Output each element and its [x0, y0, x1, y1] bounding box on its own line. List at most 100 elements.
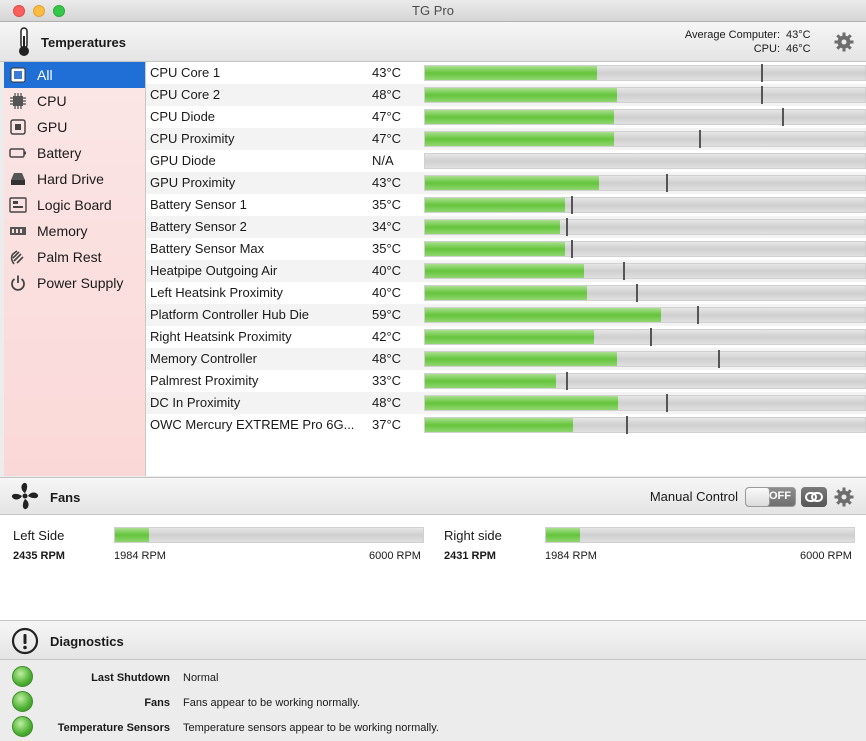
table-row[interactable]: Platform Controller Hub Die 59°C	[146, 304, 866, 326]
max-temperature-marker	[666, 394, 668, 412]
sensor-name: Heatpipe Outgoing Air	[150, 263, 278, 278]
sensor-name: GPU Diode	[150, 153, 216, 168]
sensor-name: Battery Sensor 2	[150, 219, 247, 234]
temperature-bar	[424, 240, 866, 258]
temperatures-header: Temperatures Average Computer: 43°C CPU: 4…	[0, 22, 866, 62]
table-row[interactable]: Memory Controller 48°C	[146, 348, 866, 370]
temperature-bar-fill	[425, 220, 560, 234]
sidebar-item-all[interactable]: All	[4, 62, 145, 88]
max-temperature-marker	[761, 86, 763, 104]
sidebar-item-hard-drive[interactable]: Hard Drive	[4, 166, 145, 192]
fan-current-rpm: 2435 RPM	[13, 550, 65, 562]
table-row[interactable]: Battery Sensor Max 35°C	[146, 238, 866, 260]
exclamation-circle-icon	[11, 627, 39, 655]
minimize-window-button[interactable]	[33, 5, 45, 17]
temperature-bar-fill	[425, 66, 597, 80]
table-row[interactable]: Battery Sensor 2 34°C	[146, 216, 866, 238]
sensor-name: DC In Proximity	[150, 395, 241, 410]
table-row[interactable]: CPU Core 1 43°C	[146, 62, 866, 84]
diagnostic-value: Temperature sensors appear to be working…	[183, 722, 439, 734]
max-temperature-marker	[566, 372, 568, 390]
sidebar-item-gpu[interactable]: GPU	[4, 114, 145, 140]
temperature-bar-fill	[425, 132, 614, 146]
sensor-temperature: 35°C	[372, 241, 402, 256]
table-row[interactable]: Right Heatsink Proximity 42°C	[146, 326, 866, 348]
toggle-knob	[746, 488, 770, 506]
gpu-icon	[10, 119, 26, 135]
temperature-bar-fill	[425, 374, 556, 388]
average-temperature-summary: Average Computer: 43°C CPU: 46°C	[685, 28, 816, 56]
window-title: TG Pro	[412, 3, 454, 18]
sidebar-item-palm-rest[interactable]: Palm Rest	[4, 244, 145, 270]
diagnostic-value: Fans appear to be working normally.	[183, 697, 361, 709]
max-temperature-marker	[623, 262, 625, 280]
sidebar-item-logic-board[interactable]: Logic Board	[4, 192, 145, 218]
max-temperature-marker	[571, 240, 573, 258]
sidebar-item-power-supply[interactable]: Power Supply	[4, 270, 145, 296]
table-row[interactable]: GPU Proximity 43°C	[146, 172, 866, 194]
temperature-bar	[424, 328, 866, 346]
average-computer-label: Average Computer:	[684, 29, 780, 41]
table-row[interactable]: CPU Core 2 48°C	[146, 84, 866, 106]
temperature-bar-fill	[425, 176, 599, 190]
table-row[interactable]: CPU Diode 47°C	[146, 106, 866, 128]
manual-control-toggle[interactable]: OFF	[745, 487, 796, 507]
max-temperature-marker	[571, 196, 573, 214]
fan-min-rpm: 1984 RPM	[114, 550, 166, 562]
hard-drive-icon	[11, 173, 25, 185]
toggle-state-label: OFF	[769, 490, 791, 502]
temperature-bar-fill	[425, 308, 661, 322]
temperature-bar	[424, 108, 866, 126]
temperature-bar	[424, 218, 866, 236]
sidebar-item-battery[interactable]: Battery	[4, 140, 145, 166]
diagnostic-row: Fans Fans appear to be working normally.	[0, 685, 866, 712]
temperature-bar-fill	[425, 198, 565, 212]
fan-settings-gear-icon[interactable]	[834, 487, 854, 507]
sidebar-item-label: Logic Board	[37, 197, 112, 213]
zoom-window-button[interactable]	[53, 5, 65, 17]
table-row[interactable]: Left Heatsink Proximity 40°C	[146, 282, 866, 304]
temperature-bar-fill	[425, 242, 565, 256]
sensor-name: GPU Proximity	[150, 175, 236, 190]
table-row[interactable]: Battery Sensor 1 35°C	[146, 194, 866, 216]
sensor-name: CPU Proximity	[150, 131, 235, 146]
sensor-temperature: 37°C	[372, 417, 402, 432]
sensor-name: OWC Mercury EXTREME Pro 6G...	[150, 417, 355, 432]
sidebar-item-label: Memory	[37, 223, 88, 239]
link-fans-button[interactable]	[801, 487, 827, 507]
fan-speed-bar	[114, 527, 424, 543]
diagnostic-value: Normal	[183, 672, 219, 684]
thermometer-icon	[19, 27, 29, 56]
temperature-sensor-table: CPU Core 1 43°C CPU Core 2 48°C CPU Diode 47°…	[146, 62, 866, 476]
table-row[interactable]: CPU Proximity 47°C	[146, 128, 866, 150]
fan-name: Right side	[444, 528, 502, 543]
max-temperature-marker	[566, 218, 568, 236]
table-row[interactable]: Heatpipe Outgoing Air 40°C	[146, 260, 866, 282]
fan-min-rpm: 1984 RPM	[545, 550, 597, 562]
sensor-temperature: 48°C	[372, 87, 402, 102]
temperature-bar-fill	[425, 396, 618, 410]
sensor-name: CPU Diode	[150, 109, 216, 124]
sensor-temperature: 35°C	[372, 197, 402, 212]
temperature-bar	[424, 86, 866, 104]
temperature-bar-fill	[425, 110, 614, 124]
close-window-button[interactable]	[13, 5, 25, 17]
sensor-category-sidebar: All CPU GPU Battery Hard Drive Logic Board Mem…	[4, 62, 146, 476]
diagnostic-label: Temperature Sensors	[57, 722, 170, 734]
max-temperature-marker	[650, 328, 652, 346]
temperature-settings-gear-icon[interactable]	[834, 32, 854, 52]
sidebar-item-memory[interactable]: Memory	[4, 218, 145, 244]
fan-current-rpm: 2431 RPM	[444, 550, 496, 562]
palm-rest-icon	[10, 250, 24, 265]
sidebar-item-cpu[interactable]: CPU	[4, 88, 145, 114]
table-row[interactable]: OWC Mercury EXTREME Pro 6G... 37°C	[146, 414, 866, 436]
sidebar-item-label: Hard Drive	[37, 171, 104, 187]
temperature-bar	[424, 196, 866, 214]
table-row[interactable]: GPU Diode N/A	[146, 150, 866, 172]
table-row[interactable]: DC In Proximity 48°C	[146, 392, 866, 414]
sidebar-item-label: Palm Rest	[37, 249, 102, 265]
all-icon	[10, 67, 26, 83]
table-row[interactable]: Palmrest Proximity 33°C	[146, 370, 866, 392]
status-ok-indicator	[12, 666, 33, 687]
temperature-bar	[424, 350, 866, 368]
